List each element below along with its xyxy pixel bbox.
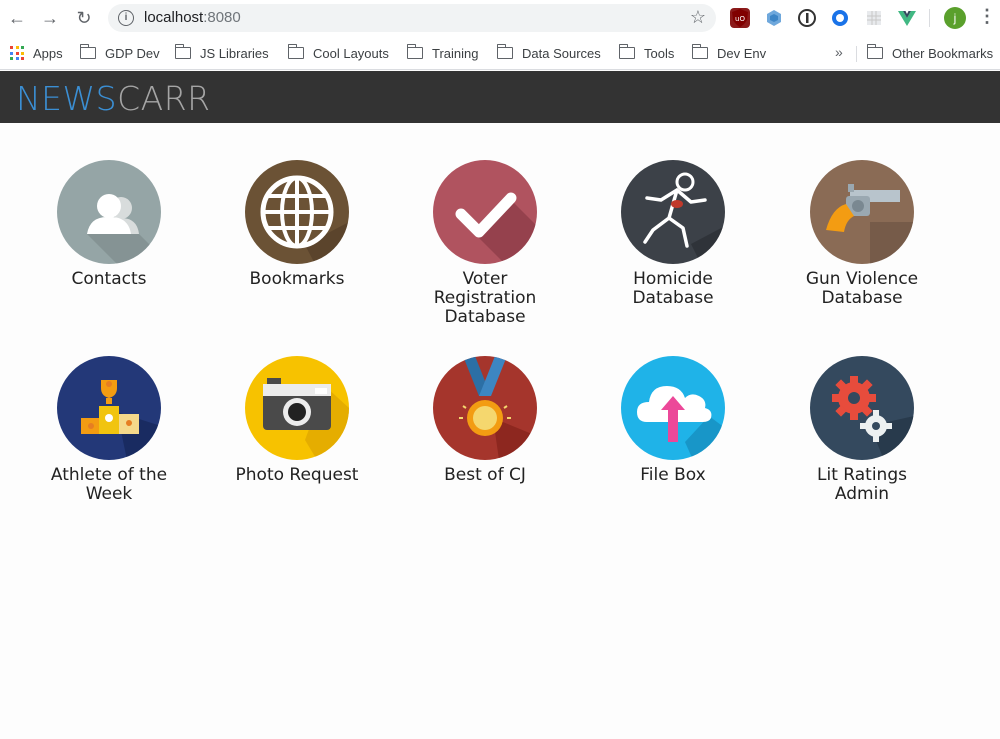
ublock-origin-icon[interactable]: uO <box>730 8 750 28</box>
camera-icon <box>245 356 349 460</box>
folder-icon <box>79 44 96 59</box>
folder-icon <box>174 44 191 59</box>
extension-hex-icon[interactable] <box>764 8 784 28</box>
bookmark-folder-other-bookmarks[interactable]: Other Bookmarks <box>866 44 994 62</box>
tile-label: Gun Violence Database <box>805 269 919 308</box>
tile-label: Voter Registration Database <box>433 269 537 327</box>
tile-label: Bookmarks <box>249 269 345 289</box>
bookmarks-bar: Apps GDP Dev JS Libraries Cool Layouts T… <box>0 36 1000 70</box>
medal-icon <box>433 356 537 460</box>
svg-text:uO: uO <box>735 15 745 23</box>
onepassword-icon[interactable] <box>797 8 817 28</box>
profile-avatar[interactable]: j <box>944 7 966 29</box>
gears-icon <box>810 356 914 460</box>
cloud-upload-icon <box>621 356 725 460</box>
tile-label: Best of CJ <box>444 465 526 485</box>
bookmark-folder-cool-layouts[interactable]: Cool Layouts <box>287 44 389 62</box>
bookmark-label: GDP Dev <box>105 45 160 61</box>
reload-icon[interactable]: ↻ <box>72 6 96 30</box>
folder-icon <box>287 44 304 59</box>
tile-label: Contacts <box>71 269 147 289</box>
tile-photo-request[interactable]: Photo Request <box>203 356 391 485</box>
bookmark-apps[interactable]: Apps <box>10 44 63 62</box>
extension-grid-icon[interactable] <box>864 8 884 28</box>
tile-athlete-of-the-week[interactable]: Athlete of the Week <box>15 356 203 504</box>
bookmarks-overflow-chevron-icon[interactable]: » <box>835 44 843 60</box>
address-url: localhost:8080 <box>144 9 241 26</box>
folder-icon <box>496 44 513 59</box>
app-header: NEWSCARR <box>0 71 1000 123</box>
folder-icon <box>866 44 883 59</box>
logo-part-carr: CARR <box>117 79 211 118</box>
bookmark-folder-training[interactable]: Training <box>406 44 479 62</box>
browser-toolbar: ← → ↻ i localhost:8080 ☆ uO j ⋮ <box>0 0 1000 36</box>
tile-bookmarks[interactable]: Bookmarks <box>203 160 391 289</box>
chalk-outline-icon <box>621 160 725 264</box>
bookmark-label: Apps <box>33 45 63 61</box>
tile-label: Lit Ratings Admin <box>817 465 907 504</box>
bookmark-star-icon[interactable]: ☆ <box>690 7 706 28</box>
bookmark-label: Dev Env <box>717 45 767 61</box>
tile-homicide-database[interactable]: Homicide Database <box>579 160 767 308</box>
toolbar-divider <box>929 9 930 27</box>
site-info-icon[interactable]: i <box>118 10 134 26</box>
bookmark-label: Training <box>432 45 479 61</box>
bookmark-label: Cool Layouts <box>313 45 389 61</box>
bookmarks-divider <box>856 46 857 62</box>
tile-gun-violence-database[interactable]: Gun Violence Database <box>768 160 956 308</box>
trophy-podium-icon <box>57 356 161 460</box>
bookmark-folder-js-libraries[interactable]: JS Libraries <box>174 44 269 62</box>
checkmark-icon <box>433 160 537 264</box>
contacts-people-icon <box>57 160 161 264</box>
vue-devtools-icon[interactable] <box>897 8 917 28</box>
logo-part-news: NEWS <box>16 79 118 118</box>
globe-icon <box>245 160 349 264</box>
tile-label: Photo Request <box>235 465 359 485</box>
address-bar[interactable]: i localhost:8080 ☆ <box>108 4 716 32</box>
bookmark-folder-gdp-dev[interactable]: GDP Dev <box>79 44 160 62</box>
browser-menu-icon[interactable]: ⋮ <box>978 6 996 27</box>
back-arrow-icon[interactable]: ← <box>5 6 29 30</box>
bookmark-label: Tools <box>644 45 675 61</box>
folder-icon <box>691 44 708 59</box>
bookmark-folder-data-sources[interactable]: Data Sources <box>496 44 601 62</box>
tile-label: Homicide Database <box>632 269 714 308</box>
tile-file-box[interactable]: File Box <box>579 356 767 485</box>
bookmark-folder-dev-env[interactable]: Dev Env <box>691 44 767 62</box>
tile-lit-ratings-admin[interactable]: Lit Ratings Admin <box>768 356 956 504</box>
folder-icon <box>618 44 635 59</box>
bookmark-label: Other Bookmarks <box>892 45 994 61</box>
extension-ring-icon[interactable] <box>830 8 850 28</box>
bookmark-folder-tools[interactable]: Tools <box>618 44 675 62</box>
bookmark-label: JS Libraries <box>200 45 269 61</box>
tile-voter-registration-database[interactable]: Voter Registration Database <box>391 160 579 327</box>
tile-best-of-cj[interactable]: Best of CJ <box>391 356 579 485</box>
folder-icon <box>406 44 423 59</box>
tile-label: Athlete of the Week <box>50 465 168 504</box>
revolver-icon <box>810 160 914 264</box>
bookmark-label: Data Sources <box>522 45 601 61</box>
tile-contacts[interactable]: Contacts <box>15 160 203 289</box>
apps-grid-icon <box>10 46 24 60</box>
newscarr-logo[interactable]: NEWSCARR <box>16 79 211 118</box>
tile-label: File Box <box>640 465 706 485</box>
forward-arrow-icon[interactable]: → <box>38 6 62 30</box>
